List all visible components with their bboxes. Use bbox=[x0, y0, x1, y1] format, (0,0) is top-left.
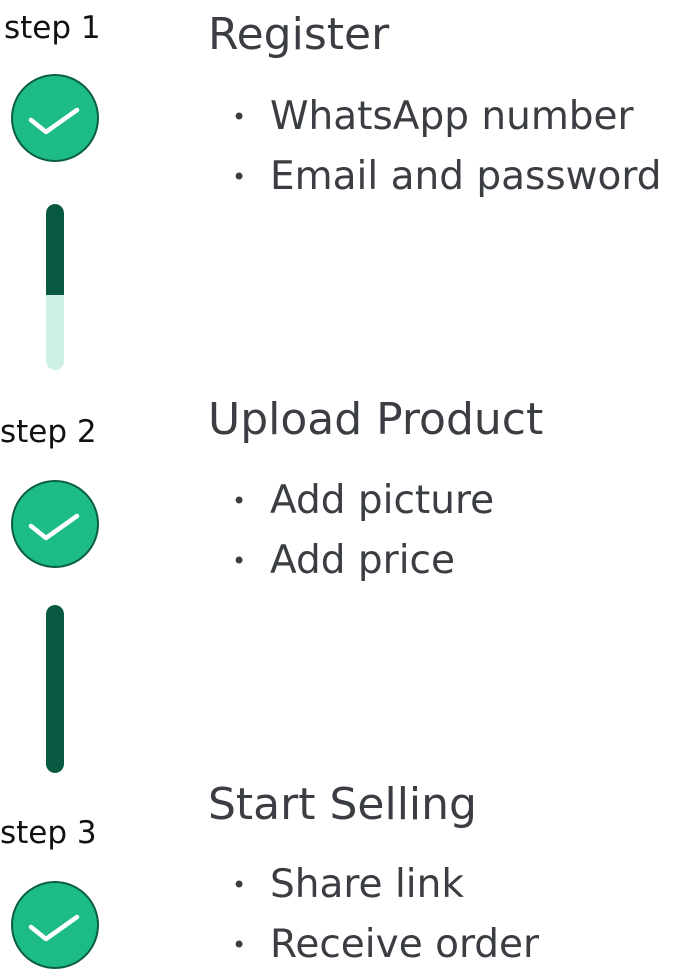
bullet-dot-icon: • bbox=[232, 871, 247, 899]
step-1-check-icon bbox=[11, 74, 99, 162]
checkmark-icon bbox=[28, 107, 80, 135]
list-item-text: Add picture bbox=[270, 478, 495, 523]
list-item: • WhatsApp number bbox=[232, 87, 662, 147]
list-item-text: WhatsApp number bbox=[270, 94, 634, 139]
connector-2-progress bbox=[46, 605, 64, 773]
list-item-text: Add price bbox=[270, 538, 455, 583]
checkmark-icon bbox=[28, 513, 80, 541]
step-2-label: step 2 bbox=[0, 414, 97, 450]
list-item: • Add price bbox=[232, 531, 494, 591]
bullet-dot-icon: • bbox=[232, 103, 247, 131]
step-1-bullet-list: • WhatsApp number • Email and password bbox=[232, 87, 662, 207]
connector-1-fill bbox=[46, 204, 64, 296]
list-item-text: Share link bbox=[270, 862, 464, 907]
bullet-dot-icon: • bbox=[232, 547, 247, 575]
list-item-text: Email and password bbox=[270, 154, 662, 199]
connector-2-fill bbox=[46, 605, 64, 773]
connector-1-progress bbox=[46, 204, 64, 370]
step-1-label: step 1 bbox=[4, 10, 101, 46]
bullet-dot-icon: • bbox=[232, 487, 247, 515]
bullet-dot-icon: • bbox=[232, 931, 247, 959]
list-item-text: Receive order bbox=[270, 922, 540, 967]
list-item: • Receive order bbox=[232, 915, 539, 975]
step-2-bullet-list: • Add picture • Add price bbox=[232, 471, 494, 591]
list-item: • Email and password bbox=[232, 147, 662, 207]
step-2-title: Upload Product bbox=[208, 394, 544, 445]
bullet-dot-icon: • bbox=[232, 163, 247, 191]
list-item: • Share link bbox=[232, 855, 539, 915]
step-2-check-icon bbox=[11, 480, 99, 568]
list-item: • Add picture bbox=[232, 471, 494, 531]
step-3-check-icon bbox=[11, 881, 99, 969]
step-3-title: Start Selling bbox=[208, 779, 477, 830]
step-3-label: step 3 bbox=[0, 815, 97, 851]
step-3-bullet-list: • Share link • Receive order bbox=[232, 855, 539, 975]
step-1-title: Register bbox=[208, 9, 390, 60]
checkmark-icon bbox=[28, 914, 80, 942]
